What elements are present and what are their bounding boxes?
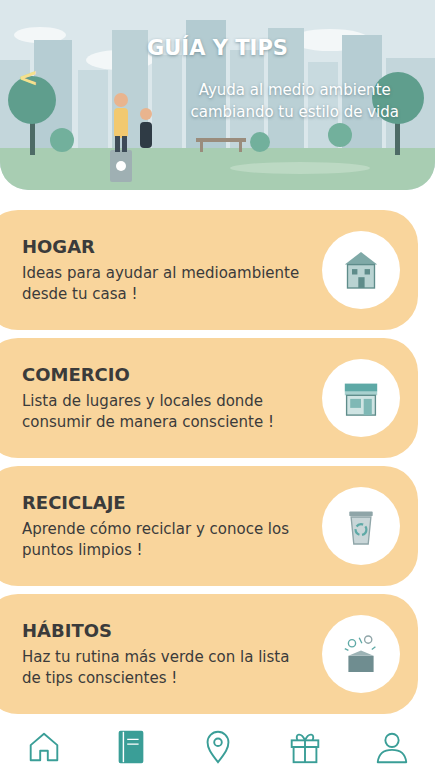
screen-title: GUÍA Y TIPS (147, 36, 288, 60)
section-title: RECICLAJE (22, 492, 312, 513)
screen-subtitle: Ayuda al medio ambientecambiando tu esti… (190, 80, 399, 124)
subtitle-line: cambiando tu estilo de vida (190, 102, 399, 124)
section-title: COMERCIO (22, 364, 312, 385)
subtitle-line: Ayuda al medio ambiente (199, 80, 391, 102)
section-description: Ideas para ayudar al medioambiente desde… (22, 263, 312, 305)
section-list: HOGAR Ideas para ayudar al medioambiente… (0, 190, 435, 718)
nav-item[interactable] (370, 725, 414, 769)
header: < GUÍA Y TIPS Ayuda al medio ambientecam… (0, 0, 435, 190)
section-card[interactable]: COMERCIO Lista de lugares y locales dond… (0, 338, 418, 458)
guide-book-icon (112, 728, 150, 766)
bottom-nav (0, 718, 435, 776)
gift-icon (286, 728, 324, 766)
section-title: HÁBITOS (22, 620, 312, 641)
section-description: Aprende cómo reciclar y conoce los punto… (22, 519, 312, 561)
section-description: Lista de lugares y locales donde consumi… (22, 391, 312, 433)
section-icon-circle (322, 615, 400, 693)
section-card[interactable]: RECICLAJE Aprende cómo reciclar y conoce… (0, 466, 418, 586)
section-text: RECICLAJE Aprende cómo reciclar y conoce… (22, 492, 312, 561)
profile-icon (373, 728, 411, 766)
habits-box-icon (334, 627, 388, 681)
house-icon (334, 243, 388, 297)
section-text: HOGAR Ideas para ayudar al medioambiente… (22, 236, 312, 305)
home-icon (25, 728, 63, 766)
nav-item[interactable] (196, 725, 240, 769)
section-card[interactable]: HÁBITOS Haz tu rutina más verde con la l… (0, 594, 418, 714)
recycle-bin-icon (334, 499, 388, 553)
nav-item[interactable] (283, 725, 327, 769)
section-text: COMERCIO Lista de lugares y locales dond… (22, 364, 312, 433)
section-description: Haz tu rutina más verde con la lista de … (22, 647, 312, 689)
section-title: HOGAR (22, 236, 312, 257)
section-text: HÁBITOS Haz tu rutina más verde con la l… (22, 620, 312, 689)
section-icon-circle (322, 487, 400, 565)
section-card[interactable]: HOGAR Ideas para ayudar al medioambiente… (0, 210, 418, 330)
store-icon (334, 371, 388, 425)
nav-item[interactable] (22, 725, 66, 769)
map-pin-icon (199, 728, 237, 766)
section-icon-circle (322, 359, 400, 437)
section-icon-circle (322, 231, 400, 309)
nav-item[interactable] (109, 725, 153, 769)
back-button[interactable]: < (12, 60, 44, 96)
guide-screen: < GUÍA Y TIPS Ayuda al medio ambientecam… (0, 0, 435, 776)
